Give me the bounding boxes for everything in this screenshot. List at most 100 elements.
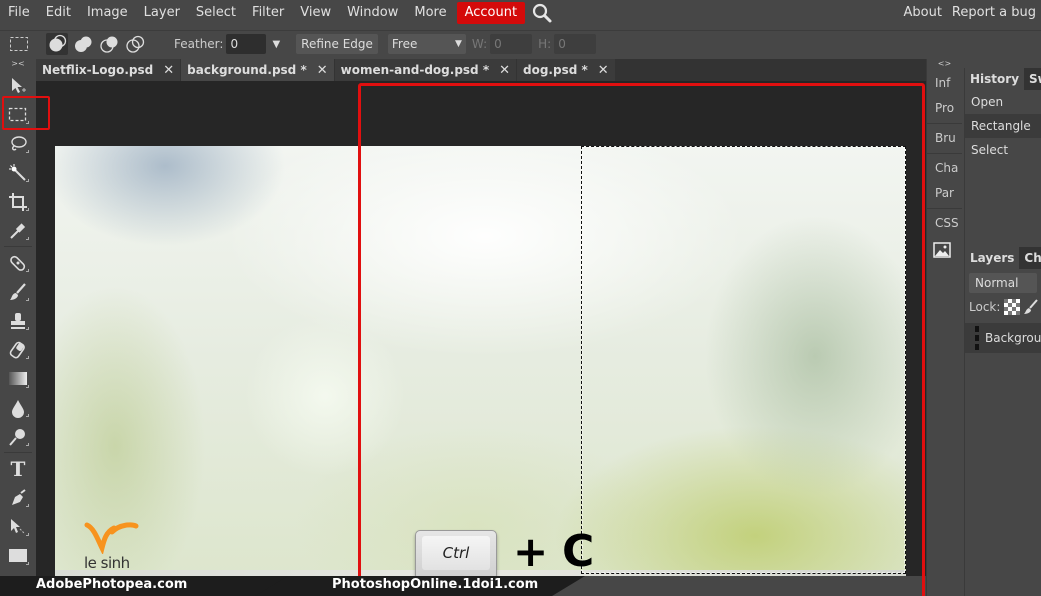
panel-character[interactable]: Cha xyxy=(927,156,962,181)
layers-tabs: Layers Channels xyxy=(965,247,1041,269)
menu-more[interactable]: More xyxy=(406,2,454,24)
close-icon[interactable]: ✕ xyxy=(317,63,328,78)
height-label: H: xyxy=(538,37,552,51)
history-item-rectangle-select[interactable]: Rectangle Select xyxy=(965,114,1041,157)
feather-input[interactable]: 0 px xyxy=(226,34,267,71)
new-selection-icon[interactable] xyxy=(46,33,68,55)
menu-layer[interactable]: Layer xyxy=(136,2,188,24)
panel-divider xyxy=(927,123,962,124)
tool-pen[interactable] xyxy=(0,483,36,512)
menu-bar: File Edit Image Layer Select Filter View… xyxy=(0,0,1041,26)
panel-properties[interactable]: Pro xyxy=(927,96,962,121)
lesinh-logo-text: le sinh xyxy=(84,554,130,572)
layers-panel: Layers Channels Normal Lock: Background xyxy=(965,247,1041,353)
tab-swatches[interactable]: Swatches xyxy=(1024,68,1041,90)
report-bug-link[interactable]: Report a bug xyxy=(947,2,1041,24)
tab-history[interactable]: History xyxy=(965,68,1025,90)
refine-edge-button[interactable]: Refine Edge xyxy=(296,34,378,54)
image-icon[interactable] xyxy=(927,236,962,264)
tool-type[interactable]: T xyxy=(0,454,36,483)
tool-dodge[interactable] xyxy=(0,422,36,451)
menu-edit[interactable]: Edit xyxy=(38,2,79,24)
tool-spot-heal[interactable] xyxy=(0,248,36,277)
magic-wand-icon xyxy=(9,163,26,181)
tool-blur[interactable] xyxy=(0,393,36,422)
tab-label: background.psd * xyxy=(187,63,307,77)
tool-crop[interactable] xyxy=(0,187,36,216)
menu-select[interactable]: Select xyxy=(188,2,244,24)
panel-paragraph[interactable]: Par xyxy=(927,181,962,206)
tab-netflix-logo[interactable]: Netflix-Logo.psd ✕ xyxy=(36,59,181,81)
panel-css[interactable]: CSS xyxy=(927,211,962,236)
close-icon[interactable]: ✕ xyxy=(499,63,510,78)
stamp-icon xyxy=(11,312,25,329)
tool-clone-stamp[interactable] xyxy=(0,306,36,335)
marquee-rect-icon[interactable] xyxy=(8,33,30,55)
collapse-toolbox-icon[interactable]: >< xyxy=(0,59,36,71)
menu-right: About Report a bug xyxy=(898,0,1041,26)
drop-icon xyxy=(12,399,24,418)
photopea-app: File Edit Image Layer Select Filter View… xyxy=(0,0,1041,596)
subtract-selection-icon[interactable] xyxy=(98,33,120,55)
about-link[interactable]: About xyxy=(898,2,946,24)
close-icon[interactable]: ✕ xyxy=(598,63,609,78)
ctrl-key-graphic: Ctrl xyxy=(415,530,497,580)
style-value: Free xyxy=(391,37,418,51)
menu-view[interactable]: View xyxy=(292,2,339,24)
tab-label: dog.psd * xyxy=(523,63,588,77)
tab-dog[interactable]: dog.psd * ✕ xyxy=(517,59,615,81)
svg-text:T: T xyxy=(11,459,26,479)
tool-eyedropper[interactable] xyxy=(0,216,36,245)
collapse-panels-icon[interactable]: <> xyxy=(927,59,962,71)
move-icon xyxy=(12,77,26,93)
menu-filter[interactable]: Filter xyxy=(244,2,292,24)
watermark-bar: AdobePhotopea.com PhotoshopOnline.1doi1.… xyxy=(0,576,1041,596)
blend-mode-select[interactable]: Normal xyxy=(969,273,1037,293)
tool-shape[interactable] xyxy=(0,541,36,570)
menu-window[interactable]: Window xyxy=(339,2,406,24)
lock-brush-icon[interactable] xyxy=(1023,299,1039,315)
tool-eraser[interactable] xyxy=(0,335,36,364)
account-button[interactable]: Account xyxy=(456,2,526,24)
intersect-selection-icon[interactable] xyxy=(124,33,146,55)
pen-icon xyxy=(12,488,26,505)
feather-dropdown-icon[interactable]: ▼ xyxy=(272,39,280,50)
tool-brush[interactable] xyxy=(0,277,36,306)
lock-row: Lock: xyxy=(969,299,1041,315)
lock-transparency-icon[interactable] xyxy=(1004,299,1021,315)
right-panels: History Swatches Open Rectangle Select L… xyxy=(964,68,1041,596)
layer-thumbnail xyxy=(975,326,979,350)
panel-info[interactable]: Inf xyxy=(927,71,962,96)
style-select[interactable]: Free ▼ xyxy=(387,34,466,54)
layer-row[interactable]: Background xyxy=(965,323,1041,353)
menu-file[interactable]: File xyxy=(0,2,38,24)
feather-label: Feather: xyxy=(174,37,224,51)
toolbox-divider xyxy=(4,452,32,453)
tab-channels[interactable]: Channels xyxy=(1019,247,1041,269)
tab-layers[interactable]: Layers xyxy=(965,247,1020,269)
history-item-open[interactable]: Open xyxy=(965,90,1041,114)
width-input[interactable]: 0 xyxy=(490,34,533,54)
tab-background[interactable]: background.psd * ✕ xyxy=(181,59,334,81)
plus-sign: + xyxy=(513,527,549,576)
menu-image[interactable]: Image xyxy=(79,2,136,24)
tool-gradient[interactable] xyxy=(0,364,36,393)
height-input[interactable]: 0 xyxy=(554,34,597,54)
rectangle-shape-icon xyxy=(9,548,27,562)
tool-magic-wand[interactable] xyxy=(0,158,36,187)
panel-brush[interactable]: Bru xyxy=(927,126,962,151)
type-icon: T xyxy=(11,459,26,479)
tool-path-select[interactable] xyxy=(0,512,36,541)
tab-women-and-dog[interactable]: women-and-dog.psd * ✕ xyxy=(334,59,516,81)
ctrl-key-label: Ctrl xyxy=(422,536,490,570)
search-icon[interactable] xyxy=(531,2,553,24)
c-key-label: C xyxy=(562,526,595,577)
add-selection-icon[interactable] xyxy=(72,33,94,55)
watermark-left-text: AdobePhotopea.com xyxy=(36,577,188,592)
watermark-mid-text: PhotoshopOnline.1doi1.com xyxy=(332,577,539,592)
eyedropper-icon xyxy=(10,222,26,239)
tool-lasso[interactable] xyxy=(0,129,36,158)
canvas-highlight-box xyxy=(358,83,925,596)
width-field: W: 0 xyxy=(472,34,533,54)
close-icon[interactable]: ✕ xyxy=(163,63,174,78)
